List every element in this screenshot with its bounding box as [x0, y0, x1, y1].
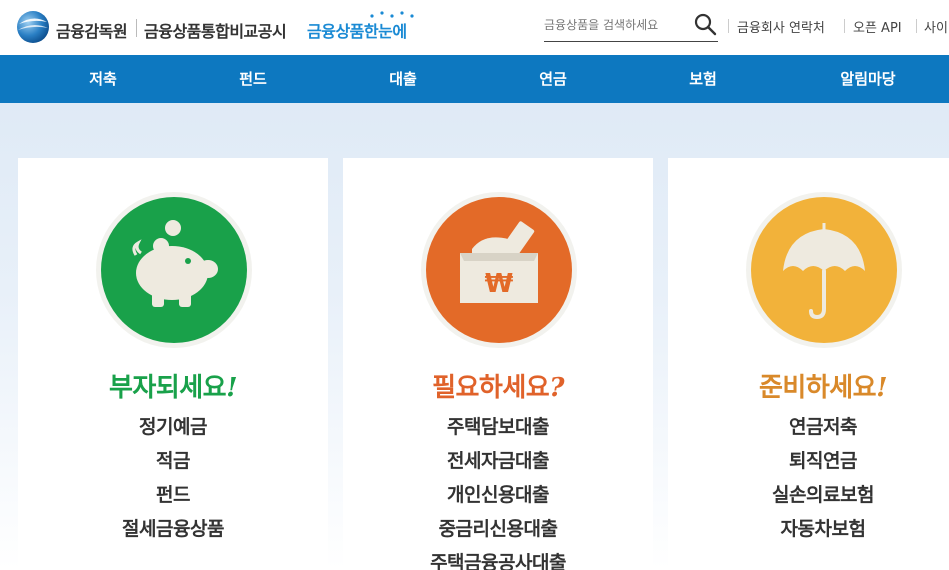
- brand-title[interactable]: 금융상품한눈에: [307, 18, 407, 42]
- list-item[interactable]: 실손의료보험: [668, 478, 949, 512]
- util-link-company-contacts[interactable]: 금융회사 연락처: [737, 17, 825, 36]
- brand-dots-icon: [370, 11, 414, 18]
- list-item[interactable]: 정기예금: [18, 410, 328, 444]
- list-item[interactable]: 절세금융상품: [18, 512, 328, 546]
- card-title-loans: 필요하세요?: [343, 367, 653, 404]
- util-link-sitemap[interactable]: 사이: [924, 17, 948, 36]
- card-title-mark: ?: [549, 373, 564, 403]
- list-item[interactable]: 퇴직연금: [668, 444, 949, 478]
- nav-item-savings[interactable]: 저축: [43, 55, 163, 103]
- nav-item-pension[interactable]: 연금: [493, 55, 613, 103]
- card-list-prepare: 연금저축 퇴직연금 실손의료보험 자동차보험: [668, 410, 949, 546]
- list-item[interactable]: 자동차보험: [668, 512, 949, 546]
- list-item[interactable]: 적금: [18, 444, 328, 478]
- nav-item-funds[interactable]: 펀드: [193, 55, 313, 103]
- fss-logo-icon[interactable]: [16, 10, 50, 44]
- main-nav: 저축 펀드 대출 연금 보험 알림마당: [0, 55, 949, 103]
- search-box: [544, 10, 718, 42]
- card-title-prepare: 준비하세요!: [668, 367, 949, 404]
- money-box-icon[interactable]: ₩: [420, 191, 578, 349]
- util-link-open-api[interactable]: 오픈 API: [853, 17, 902, 36]
- nav-item-loans[interactable]: 대출: [343, 55, 463, 103]
- list-item[interactable]: 개인신용대출: [343, 478, 653, 512]
- search-input[interactable]: [544, 14, 684, 36]
- card-savings: 부자되세요! 정기예금 적금 펀드 절세금융상품: [18, 158, 328, 570]
- list-item[interactable]: 펀드: [18, 478, 328, 512]
- utility-divider: [844, 19, 845, 33]
- card-title-text: 준비하세요: [758, 373, 877, 403]
- fss-logo-text[interactable]: 금융감독원: [56, 18, 128, 42]
- card-title-text: 필요하세요: [432, 373, 550, 403]
- main-content: 부자되세요! 정기예금 적금 펀드 절세금융상품 ₩ 필요하세요? 주택담보대출…: [0, 103, 949, 570]
- utility-divider: [728, 19, 729, 33]
- card-list-loans: 주택담보대출 전세자금대출 개인신용대출 중금리신용대출 주택금융공사대출: [343, 410, 653, 570]
- list-item[interactable]: 연금저축: [668, 410, 949, 444]
- nav-item-insurance[interactable]: 보험: [643, 55, 763, 103]
- list-item[interactable]: 중금리신용대출: [343, 512, 653, 546]
- card-loans: ₩ 필요하세요? 주택담보대출 전세자금대출 개인신용대출 중금리신용대출 주택…: [343, 158, 653, 570]
- card-prepare: 준비하세요! 연금저축 퇴직연금 실손의료보험 자동차보험: [668, 158, 949, 570]
- site-title[interactable]: 금융상품통합비교공시: [144, 18, 287, 42]
- logo-divider: [136, 19, 137, 37]
- utility-divider: [916, 19, 917, 33]
- site-header: 금융감독원 금융상품통합비교공시 금융상품한눈에 금융회사 연락처 오픈 API…: [0, 0, 949, 55]
- svg-text:₩: ₩: [485, 269, 514, 299]
- list-item[interactable]: 주택담보대출: [343, 410, 653, 444]
- search-button[interactable]: [692, 12, 718, 38]
- card-title-mark: !: [226, 373, 238, 403]
- card-list-savings: 정기예금 적금 펀드 절세금융상품: [18, 410, 328, 546]
- list-item[interactable]: 주택금융공사대출: [343, 546, 653, 570]
- nav-item-notice[interactable]: 알림마당: [808, 55, 928, 103]
- piggy-bank-icon[interactable]: [95, 191, 253, 349]
- card-title-text: 부자되세요: [108, 373, 227, 403]
- card-title-mark: !: [876, 373, 888, 403]
- card-title-savings: 부자되세요!: [18, 367, 328, 404]
- search-icon: [694, 13, 717, 36]
- list-item[interactable]: 전세자금대출: [343, 444, 653, 478]
- umbrella-icon[interactable]: [745, 191, 903, 349]
